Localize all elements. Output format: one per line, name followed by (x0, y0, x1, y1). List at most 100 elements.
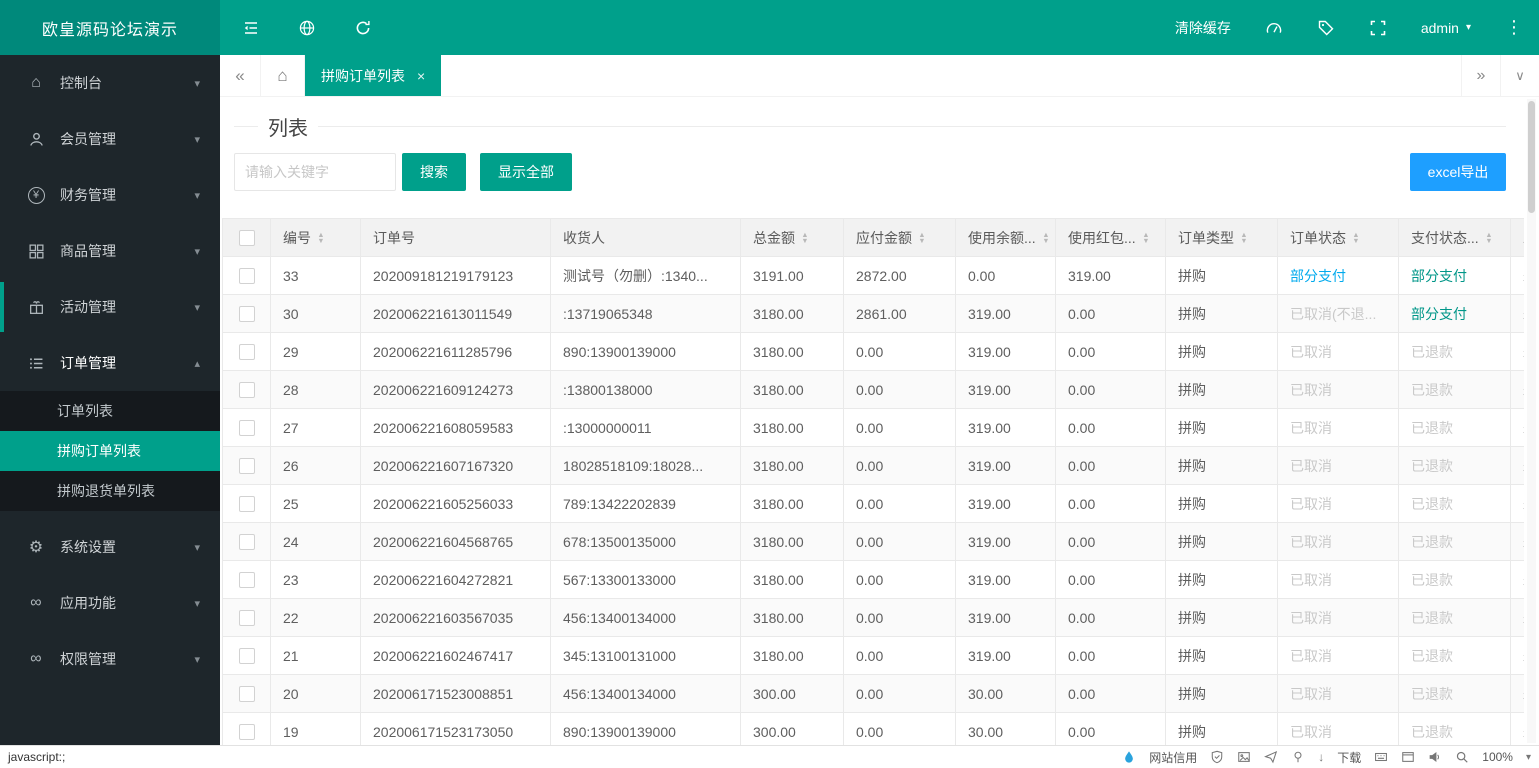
zoom-level[interactable]: 100% (1482, 750, 1513, 764)
statusbar-link-hint: javascript:; (8, 750, 65, 764)
cell-pay-status: 已退款 (1399, 409, 1511, 447)
sort-icons[interactable]: ▲▼ (918, 232, 926, 244)
row-checkbox[interactable] (239, 268, 255, 284)
sort-icons[interactable]: ▲▼ (801, 232, 809, 244)
column-header[interactable]: 订单状态▲▼ (1278, 219, 1399, 257)
sidebar-subitem-order-list[interactable]: 订单列表 (0, 391, 220, 431)
row-checkbox[interactable] (239, 382, 255, 398)
cell-id: 21 (271, 637, 361, 675)
row-checkbox[interactable] (239, 648, 255, 664)
cell-balance: 319.00 (956, 523, 1056, 561)
more-menu-icon[interactable]: ⋮ (1505, 17, 1523, 38)
active-tab[interactable]: 拼购订单列表 × (305, 55, 441, 96)
globe-icon[interactable] (298, 19, 316, 37)
scrollbar-thumb[interactable] (1528, 101, 1535, 213)
refresh-icon[interactable] (354, 19, 372, 37)
cell-order-no: 202009181219179123 (361, 257, 551, 295)
sidebar-subitem-group-order-list[interactable]: 拼购订单列表 (0, 431, 220, 471)
tabbar: « ⌂ 拼购订单列表 × » ∨ (220, 55, 1539, 97)
sidebar-item-members[interactable]: 会员管理 ▾ (0, 111, 220, 167)
sidebar-item-console[interactable]: ⌂ 控制台 ▾ (0, 55, 220, 111)
cell-order-status[interactable]: 部分支付 (1278, 257, 1399, 295)
download-label[interactable]: 下载 (1337, 749, 1361, 766)
sort-icons[interactable]: ▲▼ (1142, 232, 1150, 244)
user-menu[interactable]: admin ▾ (1421, 20, 1471, 36)
tag-icon[interactable] (1317, 19, 1335, 37)
sort-icons[interactable]: ▲▼ (1042, 232, 1050, 244)
cell-order-no: 202006221607167320 (361, 447, 551, 485)
sidebar-item-activity[interactable]: 活动管理 ▾ (0, 279, 220, 335)
content-scrollbar[interactable] (1527, 99, 1536, 743)
row-checkbox[interactable] (239, 420, 255, 436)
cell-payable: 0.00 (844, 599, 956, 637)
sidebar-item-permissions[interactable]: ∞ 权限管理 ▾ (0, 631, 220, 687)
row-checkbox[interactable] (239, 686, 255, 702)
gauge-icon[interactable] (1265, 19, 1283, 37)
modules-icon (26, 243, 46, 260)
search-input[interactable] (234, 153, 396, 191)
send-icon[interactable] (1264, 750, 1278, 764)
cell-order-no: 202006221613011549 (361, 295, 551, 333)
sidebar-subitem-group-return-list[interactable]: 拼购退货单列表 (0, 471, 220, 511)
sort-icons[interactable]: ▲▼ (1352, 232, 1360, 244)
column-header[interactable]: 使用余额...▲▼ (956, 219, 1056, 257)
search-button[interactable]: 搜索 (402, 153, 466, 191)
cell-receiver: 678:13500135000 (551, 523, 741, 561)
row-checkbox[interactable] (239, 572, 255, 588)
column-header[interactable]: 订单类型▲▼ (1166, 219, 1278, 257)
tab-close-icon[interactable]: × (417, 68, 425, 84)
row-checkbox[interactable] (239, 534, 255, 550)
cell-pay-status: 已退款 (1399, 561, 1511, 599)
column-header[interactable]: 发货状态▲▼ (1511, 219, 1525, 257)
droplet-icon[interactable] (1122, 750, 1136, 764)
site-credit-label[interactable]: 网站信用 (1149, 749, 1197, 766)
sidebar-item-system[interactable]: ⚙ 系统设置 ▾ (0, 519, 220, 575)
search-icon[interactable] (1455, 750, 1469, 764)
column-header[interactable]: 编号▲▼ (271, 219, 361, 257)
row-checkbox[interactable] (239, 724, 255, 740)
sort-icons[interactable]: ▲▼ (1485, 232, 1493, 244)
row-checkbox[interactable] (239, 496, 255, 512)
row-checkbox[interactable] (239, 344, 255, 360)
excel-export-button[interactable]: excel导出 (1410, 153, 1506, 191)
download-arrow-icon[interactable]: ↓ (1318, 750, 1324, 764)
select-all-checkbox[interactable] (239, 230, 255, 246)
column-header[interactable]: 支付状态...▲▼ (1399, 219, 1511, 257)
menu-fold-icon[interactable] (242, 19, 260, 37)
sidebar-item-goods[interactable]: 商品管理 ▾ (0, 223, 220, 279)
cell-receiver: :13800138000 (551, 371, 741, 409)
cell-ship-status: 未发货 (1511, 599, 1525, 637)
row-checkbox[interactable] (239, 306, 255, 322)
sidebar-item-apps[interactable]: ∞ 应用功能 ▾ (0, 575, 220, 631)
shield-icon[interactable] (1210, 750, 1224, 764)
sort-icons[interactable]: ▲▼ (1240, 232, 1248, 244)
home-tab[interactable]: ⌂ (260, 55, 305, 96)
clear-cache-button[interactable]: 清除缓存 (1175, 18, 1231, 38)
show-all-button[interactable]: 显示全部 (480, 153, 572, 191)
app-logo[interactable]: 欧皇源码论坛演示 (0, 0, 220, 55)
cell-payable: 0.00 (844, 447, 956, 485)
keyboard-icon[interactable] (1374, 750, 1388, 764)
fullscreen-icon[interactable] (1369, 19, 1387, 37)
column-header[interactable]: 总金额▲▼ (741, 219, 844, 257)
chevron-down-icon[interactable]: ▾ (1526, 752, 1531, 763)
column-header[interactable]: 使用红包...▲▼ (1056, 219, 1166, 257)
cell-red-packet: 0.00 (1056, 523, 1166, 561)
column-header[interactable]: 应付金额▲▼ (844, 219, 956, 257)
tabs-scroll-left-button[interactable]: « (220, 55, 260, 96)
pin-icon[interactable] (1291, 750, 1305, 764)
cell-order-status: 已取消 (1278, 333, 1399, 371)
tabs-menu-button[interactable]: ∨ (1500, 55, 1539, 96)
sidebar-item-orders[interactable]: 订单管理 ▴ (0, 335, 220, 391)
cell-order-status: 已取消 (1278, 409, 1399, 447)
speaker-icon[interactable] (1428, 750, 1442, 764)
row-checkbox[interactable] (239, 610, 255, 626)
row-checkbox[interactable] (239, 458, 255, 474)
sidebar-item-finance[interactable]: ¥ 财务管理 ▾ (0, 167, 220, 223)
cell-balance: 0.00 (956, 257, 1056, 295)
sort-icons[interactable]: ▲▼ (317, 232, 325, 244)
window-icon[interactable] (1401, 750, 1415, 764)
image-icon[interactable] (1237, 750, 1251, 764)
tabs-scroll-right-button[interactable]: » (1461, 55, 1500, 96)
table-row: 20202006171523008851456:13400134000300.0… (223, 675, 1525, 713)
